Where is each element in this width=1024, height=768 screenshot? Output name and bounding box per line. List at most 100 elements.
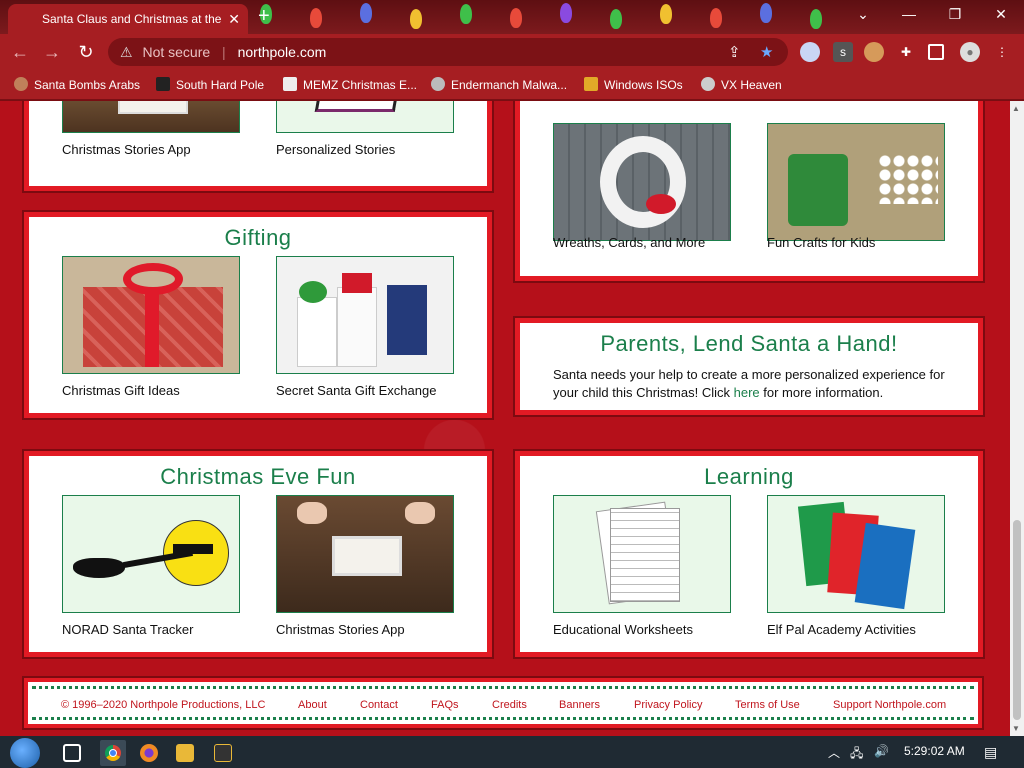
tab-close-icon[interactable]: ✕ (228, 11, 240, 28)
bookmark-item[interactable]: Windows ISOs (584, 77, 683, 92)
copyright-text: © 1996–2020 Northpole Productions, LLC (61, 699, 266, 711)
panel-title: Parents, Lend Santa a Hand! (600, 331, 898, 356)
christmas-lights-decoration (240, 0, 840, 34)
scrollbar-thumb[interactable] (1013, 520, 1021, 720)
tab-title: Santa Claus and Christmas at the (42, 12, 222, 26)
file-explorer-icon[interactable] (176, 744, 194, 762)
dotted-divider (32, 686, 974, 689)
item-caption[interactable]: Secret Santa Gift Exchange (276, 383, 436, 398)
share-icon[interactable]: ⇪ (728, 43, 741, 61)
bookmark-item[interactable]: MEMZ Christmas E... (283, 77, 417, 92)
minimize-button[interactable]: — (894, 6, 924, 22)
crafts-panel: Wreaths, Cards, and More Fun Crafts for … (515, 101, 983, 281)
side-panel-icon[interactable] (928, 44, 944, 60)
bookmark-label: Endermanch Malwa... (451, 78, 568, 92)
warning-icon[interactable]: ⚠ (120, 44, 133, 60)
scroll-down-icon[interactable]: ▼ (1012, 724, 1020, 733)
gift-box-image[interactable] (62, 256, 240, 374)
item-caption[interactable]: Christmas Gift Ideas (62, 383, 180, 398)
chevron-up-icon[interactable]: ︿ (828, 744, 840, 761)
puzzle-extensions-icon[interactable]: ✚ (896, 42, 916, 62)
network-icon[interactable]: 🖧 (850, 744, 863, 765)
item-caption[interactable]: Wreaths, Cards, and More (553, 235, 705, 250)
footer-link-terms-of-use[interactable]: Terms of Use (735, 699, 800, 711)
notification-icon[interactable]: ▤ (984, 744, 997, 761)
footer-link-faqs[interactable]: FAQs (431, 699, 459, 711)
item-caption[interactable]: Christmas Stories App (276, 622, 405, 637)
gifting-panel: Gifting Christmas Gift Ideas Secret Sant… (24, 212, 492, 418)
avatar-extension-icon[interactable] (864, 42, 884, 62)
stories-panel: Christmas Stories App Personalized Stori… (24, 101, 492, 191)
bookmark-favicon-icon (701, 77, 715, 91)
address-bar[interactable]: ⚠ Not secure | northpole.com ⇪ ★ (108, 38, 788, 66)
bookmark-favicon-icon (584, 77, 598, 91)
new-tab-button[interactable]: + (258, 6, 270, 26)
task-view-icon[interactable] (63, 744, 81, 762)
bookmark-favicon-icon (14, 77, 28, 91)
tab-search-icon[interactable]: ⌄ (848, 6, 878, 23)
bookmark-item[interactable]: VX Heaven (701, 77, 782, 92)
wreath-image[interactable] (553, 123, 731, 241)
learning-panel: Learning Educational Worksheets Elf Pal … (515, 451, 983, 657)
crafts-image[interactable] (767, 123, 945, 241)
clock[interactable]: 5:29:02 AM (904, 744, 965, 758)
close-window-button[interactable]: ✕ (986, 6, 1016, 23)
footer-link-about[interactable]: About (298, 699, 327, 711)
bookmark-item[interactable]: Santa Bombs Arabs (14, 77, 140, 92)
volume-icon[interactable]: 🔊 (874, 744, 889, 758)
app-taskbar-icon[interactable] (214, 744, 232, 762)
bookmark-favicon-icon (431, 77, 445, 91)
christmas-eve-panel: Christmas Eve Fun NORAD Santa Tracker Ch… (24, 451, 492, 657)
footer-link-credits[interactable]: Credits (492, 699, 527, 711)
address-toolbar: ← → ↻ ⚠ Not secure | northpole.com ⇪ ★ s… (0, 34, 1024, 70)
footer-link-privacy-policy[interactable]: Privacy Policy (634, 699, 702, 711)
math-cards-image[interactable] (767, 495, 945, 613)
item-caption[interactable]: Elf Pal Academy Activities (767, 622, 916, 637)
url-text[interactable]: northpole.com (238, 44, 327, 60)
stories-app-image[interactable] (276, 495, 454, 613)
gift-bags-image[interactable] (276, 256, 454, 374)
item-caption[interactable]: Educational Worksheets (553, 622, 693, 637)
active-tab[interactable]: Santa Claus and Christmas at the ✕ (8, 4, 248, 34)
start-button[interactable] (10, 738, 40, 768)
footer-link-support[interactable]: Support Northpole.com (833, 699, 946, 711)
firefox-icon[interactable] (140, 744, 158, 762)
forward-button[interactable]: → (40, 42, 64, 63)
profile-icon[interactable]: ● (960, 42, 980, 62)
tab-bar: Santa Claus and Christmas at the ✕ + ⌄ —… (0, 0, 1024, 34)
page-footer: © 1996–2020 Northpole Productions, LLC A… (24, 678, 982, 728)
scroll-up-icon[interactable]: ▲ (1012, 104, 1020, 113)
restore-button[interactable]: ❐ (940, 6, 970, 23)
back-button[interactable]: ← (8, 42, 32, 63)
footer-link-banners[interactable]: Banners (559, 699, 600, 711)
bookmark-label: MEMZ Christmas E... (303, 78, 418, 92)
flag-extension-icon[interactable] (800, 42, 820, 62)
item-caption[interactable]: Christmas Stories App (62, 142, 191, 157)
dotted-divider (32, 717, 974, 720)
chrome-taskbar-button[interactable] (100, 740, 126, 766)
personalized-book-image[interactable] (276, 101, 454, 133)
divider: | (222, 44, 226, 60)
panel-title: Gifting (224, 225, 292, 250)
here-link[interactable]: here (734, 385, 760, 400)
bookmark-item[interactable]: South Hard Pole (156, 77, 264, 92)
page-viewport: Christmas Stories App Personalized Stori… (0, 101, 1010, 736)
bookmark-label: VX Heaven (721, 78, 782, 92)
menu-icon[interactable]: ⋮ (992, 42, 1012, 62)
sleigh-moon-image[interactable] (62, 495, 240, 613)
worksheets-image[interactable] (553, 495, 731, 613)
bookmark-label: Windows ISOs (604, 78, 683, 92)
bookmark-favicon-icon (283, 77, 297, 91)
bookmark-label: Santa Bombs Arabs (34, 78, 141, 92)
item-caption[interactable]: NORAD Santa Tracker (62, 622, 194, 637)
item-caption[interactable]: Fun Crafts for Kids (767, 235, 875, 250)
item-caption[interactable]: Personalized Stories (276, 142, 395, 157)
not-secure-label[interactable]: Not secure (142, 44, 210, 60)
panel-title: Christmas Eve Fun (160, 464, 356, 489)
bookmark-item[interactable]: Endermanch Malwa... (431, 77, 567, 92)
footer-link-contact[interactable]: Contact (360, 699, 398, 711)
stories-app-image[interactable] (62, 101, 240, 133)
reload-button[interactable]: ↻ (74, 42, 98, 63)
s-extension-icon[interactable]: s (833, 42, 853, 62)
bookmark-star-icon[interactable]: ★ (760, 43, 773, 61)
